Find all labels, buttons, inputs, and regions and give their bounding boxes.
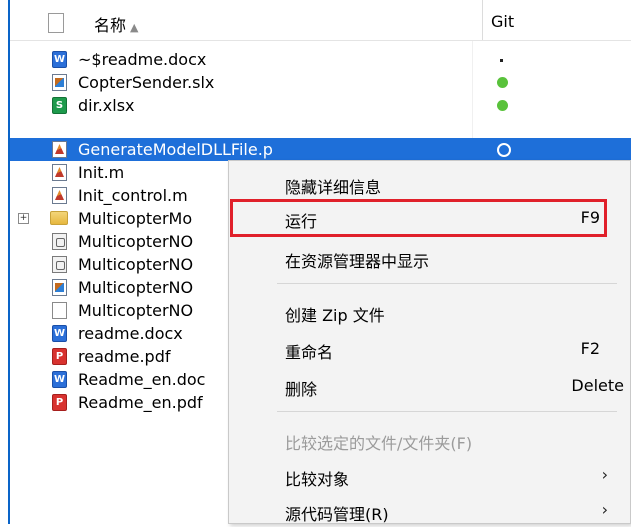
menu-separator <box>277 411 617 412</box>
expand-icon[interactable]: + <box>18 213 29 224</box>
file-name: GenerateModelDLLFile.p <box>78 140 273 159</box>
menu-item-shortcut: F2 <box>580 339 600 358</box>
menu-item-label: 运行 <box>285 212 318 231</box>
file-row[interactable]: S dir.xlsx <box>10 94 631 117</box>
file-name: Init_control.m <box>78 186 188 205</box>
menu-item-label: 源代码管理(R) <box>285 505 389 524</box>
menu-item-label: 删除 <box>285 380 318 399</box>
menu-item-delete[interactable]: 删除 Delete <box>229 369 630 402</box>
simulink-model-icon <box>52 279 67 296</box>
matlab-script-icon <box>52 164 67 181</box>
simulink-cache-icon <box>52 233 67 250</box>
file-name: Readme_en.pdf <box>78 393 203 412</box>
menu-item-create-zip[interactable]: 创建 Zip 文件 <box>229 295 630 328</box>
header-divider <box>10 40 631 41</box>
submenu-chevron-icon: › <box>601 465 608 484</box>
simulink-cache-icon <box>52 256 67 273</box>
menu-item-compare-to[interactable]: 比较对象 › <box>229 459 630 492</box>
blank-file-icon <box>52 302 67 319</box>
menu-item-shortcut: Delete <box>571 376 624 395</box>
word-icon: W <box>52 325 67 342</box>
git-column-header[interactable]: Git <box>491 12 514 31</box>
file-name: MulticopterMo <box>78 209 193 228</box>
column-divider[interactable] <box>482 0 483 40</box>
word-icon: W <box>52 371 67 388</box>
menu-item-label: 比较对象 <box>285 470 350 489</box>
git-status-unmodified-icon <box>497 143 511 157</box>
word-icon: W <box>52 51 67 68</box>
menu-item-run[interactable]: 运行 F9 <box>229 201 630 234</box>
file-row-selected[interactable]: GenerateModelDLLFile.p <box>10 138 631 161</box>
menu-item-shortcut: F9 <box>580 208 600 227</box>
file-name: MulticopterNO <box>78 255 194 274</box>
file-name: MulticopterNO <box>78 301 194 320</box>
menu-item-compare-selected: 比较选定的文件/文件夹(F) <box>229 423 630 456</box>
menu-item-label: 在资源管理器中显示 <box>285 252 430 271</box>
git-status-untracked-icon <box>500 59 503 62</box>
menu-item-label: 重命名 <box>285 343 334 362</box>
file-name: MulticopterNO <box>78 278 194 297</box>
git-status-unmodified-icon <box>497 100 508 111</box>
excel-icon: S <box>52 97 67 114</box>
file-row[interactable]: W ~$readme.docx <box>10 48 631 71</box>
file-name: CopterSender.slx <box>78 73 215 92</box>
menu-item-show-in-explorer[interactable]: 在资源管理器中显示 <box>229 241 630 274</box>
menu-item-rename[interactable]: 重命名 F2 <box>229 332 630 365</box>
select-all-checkbox[interactable] <box>48 13 64 33</box>
name-column-label: 名称 <box>94 16 127 35</box>
sort-ascending-icon: ▲ <box>130 21 139 34</box>
file-name: Init.m <box>78 163 125 182</box>
file-row[interactable]: CopterSender.slx <box>10 71 631 94</box>
name-column-header[interactable]: 名称 ▲ <box>94 12 138 36</box>
matlab-p-file-icon <box>52 141 67 158</box>
file-name: dir.xlsx <box>78 96 135 115</box>
context-menu: 隐藏详细信息 运行 F9 在资源管理器中显示 创建 Zip 文件 重命名 F2 … <box>228 160 631 524</box>
menu-item-label: 比较选定的文件/文件夹(F) <box>285 434 473 453</box>
menu-separator <box>277 283 617 284</box>
file-name: Readme_en.doc <box>78 370 206 389</box>
pdf-icon: P <box>52 394 67 411</box>
simulink-model-icon <box>52 74 67 91</box>
file-name: readme.pdf <box>78 347 171 366</box>
folder-icon <box>50 211 68 225</box>
column-header: 名称 ▲ Git <box>10 0 631 40</box>
menu-item-label: 创建 Zip 文件 <box>285 306 385 325</box>
menu-item-hide-details[interactable]: 隐藏详细信息 <box>229 167 630 200</box>
file-name: readme.docx <box>78 324 183 343</box>
pdf-icon: P <box>52 348 67 365</box>
menu-item-label: 隐藏详细信息 <box>285 178 382 197</box>
submenu-chevron-icon: › <box>601 500 608 519</box>
file-name: ~$readme.docx <box>78 50 207 69</box>
matlab-script-icon <box>52 187 67 204</box>
file-name: MulticopterNO <box>78 232 194 251</box>
git-status-unmodified-icon <box>497 77 508 88</box>
menu-item-source-control[interactable]: 源代码管理(R) › <box>229 494 630 527</box>
